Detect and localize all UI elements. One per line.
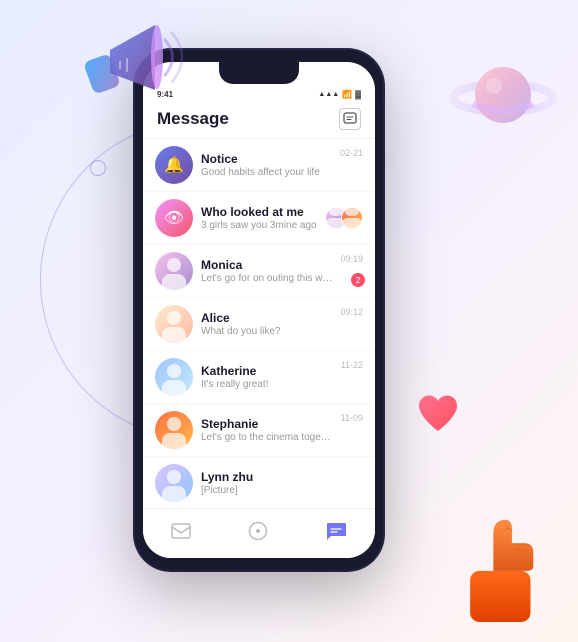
msg-content-wla: Who looked at me 3 girls saw you 3mine a… <box>201 205 317 231</box>
avatar-notice: 🔔 <box>155 146 193 184</box>
megaphone-decoration <box>60 5 190 135</box>
small-circle-decoration <box>90 160 106 176</box>
msg-name-notice: Notice <box>201 152 332 166</box>
msg-time-notice: 02-21 <box>340 148 363 158</box>
heart-decoration <box>413 389 463 447</box>
wla-profile-pics <box>325 207 363 229</box>
avatar-alice <box>155 305 193 343</box>
msg-name-stephanie: Stephanie <box>201 417 333 431</box>
msg-time-monica: 09:19 <box>340 254 363 264</box>
msg-time-stephanie: 11-09 <box>341 413 363 423</box>
message-item-alice[interactable]: Alice What do you like? 09:12 <box>143 298 375 351</box>
nav-message[interactable] <box>325 521 347 541</box>
msg-preview-stephanie: Let's go to the cinema together <box>201 432 333 443</box>
phone-notch <box>219 62 299 84</box>
message-item-wla[interactable]: 👁 Who looked at me 3 girls saw you 3mine… <box>143 192 375 245</box>
avatar-monica <box>155 252 193 290</box>
badge-monica: 2 <box>351 273 365 287</box>
battery-icon: ▓ <box>355 90 361 99</box>
msg-name-lynn: Lynn zhu <box>201 470 355 484</box>
msg-preview-katherine: It's really great! <box>201 379 333 390</box>
msg-preview-notice: Good habits affect your life <box>201 167 332 178</box>
nav-discover[interactable] <box>248 521 268 541</box>
msg-preview-monica: Let's go for on outing this weekend- <box>201 273 332 284</box>
avatar-katherine <box>155 358 193 396</box>
signal-icon: ▲▲▲ <box>318 91 339 98</box>
planet-decoration <box>448 50 558 140</box>
msg-preview-lynn: [Picture] <box>201 485 355 496</box>
status-icons: ▲▲▲ 📶 ▓ <box>318 90 361 99</box>
msg-content-stephanie: Stephanie Let's go to the cinema togethe… <box>201 417 333 443</box>
msg-time-katherine: 11-22 <box>341 360 363 370</box>
message-item-notice[interactable]: 🔔 Notice Good habits affect your life 02… <box>143 139 375 192</box>
message-item-stephanie[interactable]: Stephanie Let's go to the cinema togethe… <box>143 404 375 457</box>
wifi-icon: 📶 <box>342 90 352 99</box>
message-item-katherine[interactable]: Katherine It's really great! 11-22 <box>143 351 375 404</box>
msg-content-lynn: Lynn zhu [Picture] <box>201 470 355 496</box>
compose-icon[interactable] <box>339 108 361 130</box>
avatar-lynn <box>155 464 193 502</box>
message-list: 🔔 Notice Good habits affect your life 02… <box>143 139 375 505</box>
msg-name-wla: Who looked at me <box>201 205 317 219</box>
avatar-wla: 👁 <box>155 199 193 237</box>
msg-time-alice: 09:12 <box>340 307 363 317</box>
msg-name-monica: Monica <box>201 258 332 272</box>
msg-content-katherine: Katherine It's really great! <box>201 364 333 390</box>
wla-avatar-2 <box>341 207 363 229</box>
avatar-stephanie <box>155 411 193 449</box>
message-item-monica[interactable]: Monica Let's go for on outing this weeke… <box>143 245 375 298</box>
msg-content-monica: Monica Let's go for on outing this weeke… <box>201 258 332 284</box>
msg-name-alice: Alice <box>201 311 332 325</box>
scene: 9:41 ▲▲▲ 📶 ▓ Message <box>0 0 578 642</box>
message-item-lynn[interactable]: Lynn zhu [Picture] <box>143 457 375 505</box>
msg-preview-alice: What do you like? <box>201 326 332 337</box>
phone-screen: 9:41 ▲▲▲ 📶 ▓ Message <box>143 62 375 558</box>
bottom-nav <box>143 508 375 558</box>
nav-mail[interactable] <box>171 523 191 539</box>
msg-preview-wla: 3 girls saw you 3mine ago <box>201 220 317 231</box>
msg-name-katherine: Katherine <box>201 364 333 378</box>
msg-content-alice: Alice What do you like? <box>201 311 332 337</box>
hand-decoration <box>448 492 548 622</box>
msg-content-notice: Notice Good habits affect your life <box>201 152 332 178</box>
